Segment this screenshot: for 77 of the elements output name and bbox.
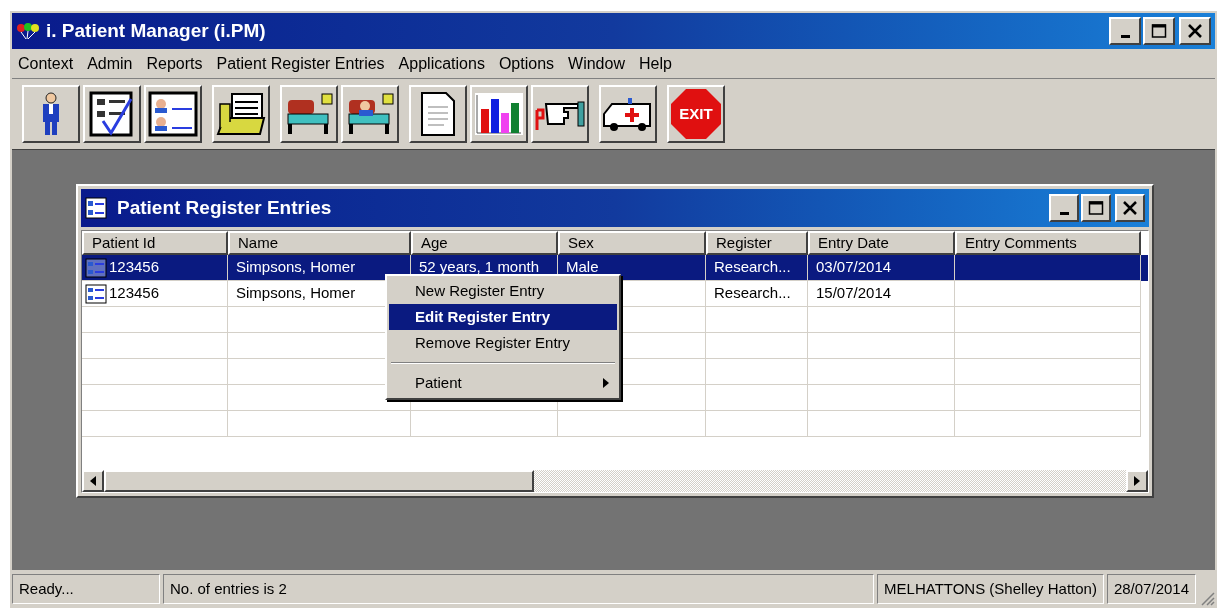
menu-item[interactable]: Patient Register Entries [212, 51, 389, 76]
column-header[interactable]: Patient Id [82, 231, 228, 255]
close-icon [1187, 23, 1203, 39]
checklist-icon [89, 91, 135, 137]
status-panel: Ready... [12, 574, 160, 604]
status-panel: MELHATTONS (Shelley Hatton) [877, 574, 1104, 604]
toolbar-button[interactable] [409, 85, 467, 143]
document-icon [418, 91, 458, 137]
scroll-left-button[interactable] [82, 470, 104, 492]
close-button[interactable] [1179, 17, 1211, 45]
table-cell-text: 03/07/2014 [816, 257, 892, 278]
table-cell-text: Research... [714, 257, 791, 278]
exit-button[interactable]: EXIT [667, 85, 725, 143]
submenu-arrow-icon [603, 378, 609, 388]
menu-item[interactable]: Applications [394, 51, 489, 76]
folder-icon [216, 92, 266, 136]
table-cell-text: 123456 [109, 257, 160, 278]
context-menu-item[interactable]: Patient [389, 370, 617, 396]
toolbar-button[interactable] [144, 85, 202, 143]
menu-item[interactable]: Window [564, 51, 629, 76]
menu-item[interactable]: Reports [142, 51, 207, 76]
column-header[interactable]: Entry Comments [955, 231, 1141, 255]
minimize-icon [1059, 211, 1069, 215]
horizontal-scrollbar[interactable] [82, 470, 1148, 492]
toolbar-button[interactable] [470, 85, 528, 143]
bar-chart-icon [473, 91, 525, 137]
column-header[interactable]: Entry Date [808, 231, 955, 255]
right-arrow-icon [1134, 476, 1140, 486]
column-header[interactable]: Register [706, 231, 808, 255]
table-cell-text: Simpsons, Homer [236, 283, 356, 304]
status-panel: 28/07/2014 [1106, 574, 1196, 604]
child-window-title: Patient Register Entries [117, 195, 333, 220]
list-icon [85, 257, 107, 278]
menu-item[interactable]: Admin [83, 51, 137, 76]
column-header[interactable]: Age [411, 231, 558, 255]
scroll-thumb[interactable] [104, 470, 534, 492]
column-header[interactable]: Sex [558, 231, 706, 255]
toolbar-button[interactable] [83, 85, 141, 143]
table-cell-text: 123456 [109, 283, 160, 304]
close-button[interactable] [1115, 194, 1145, 222]
context-menu-item[interactable]: Edit Register Entry [389, 304, 617, 330]
patient-in-bed-icon [345, 92, 395, 136]
table-row[interactable]: 123456 Simpsons, Homer 52 years, 1 month Male Research... 03/07/2014 [82, 255, 1148, 281]
minimize-button[interactable] [1049, 194, 1079, 222]
toolbar-button[interactable] [341, 85, 399, 143]
maximize-button[interactable] [1143, 17, 1175, 45]
close-icon [1122, 200, 1138, 216]
resize-grip-icon [1199, 590, 1215, 606]
table-cell-text: Male [566, 257, 599, 278]
minimize-icon [1120, 34, 1130, 38]
minimize-button[interactable] [1109, 17, 1141, 45]
window-title: i. Patient Manager (i.PM) [46, 18, 267, 43]
table-cell-text: Simpsons, Homer [236, 257, 356, 278]
table-cell-text: Research... [714, 283, 791, 304]
toolbar-button[interactable] [599, 85, 657, 143]
left-arrow-icon [90, 476, 96, 486]
menu-item[interactable]: Help [634, 51, 676, 76]
table-cell-text: 15/07/2014 [816, 283, 892, 304]
maximize-icon [1088, 200, 1104, 216]
toolbar-button[interactable] [22, 85, 80, 143]
toolbar-button[interactable] [280, 85, 338, 143]
context-menu-item[interactable]: New Register Entry [389, 278, 617, 304]
scroll-right-button[interactable] [1126, 470, 1148, 492]
balloons-icon [16, 22, 40, 40]
status-panel: No. of entries is 2 [163, 574, 875, 604]
bed-icon [284, 92, 334, 136]
maximize-button[interactable] [1081, 194, 1111, 222]
table-cell-text: 52 years, 1 month [419, 257, 540, 278]
toolbar-button[interactable] [212, 85, 270, 143]
toolbar-button[interactable] [531, 85, 589, 143]
id-cards-icon [148, 91, 198, 137]
context-menu-item[interactable]: Remove Register Entry [389, 330, 617, 356]
maximize-icon [1151, 23, 1167, 39]
list-icon [85, 197, 107, 219]
menu-item[interactable]: Context [14, 51, 78, 76]
column-header[interactable]: Name [228, 231, 411, 255]
menu-item[interactable]: Options [494, 51, 559, 76]
